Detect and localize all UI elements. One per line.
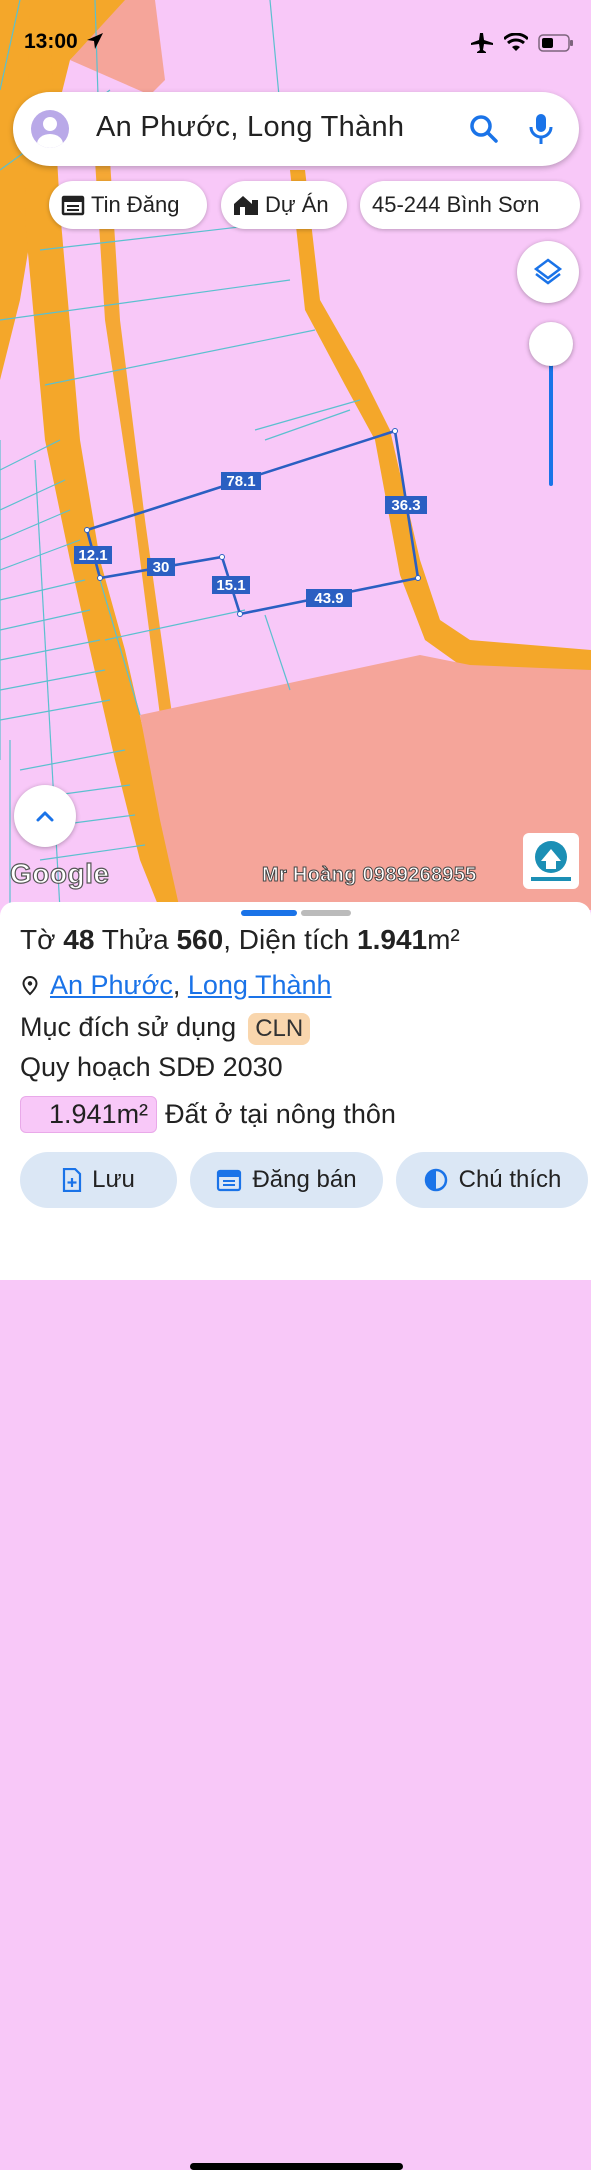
- land-use-code-badge: CLN: [248, 1013, 311, 1045]
- save-button[interactable]: Lưu: [20, 1152, 177, 1208]
- planning-area-badge: 1.941m²: [20, 1096, 158, 1133]
- wifi-icon: [504, 33, 528, 51]
- chevron-up-icon: [36, 811, 54, 822]
- measure-label: 36.3: [385, 496, 427, 514]
- parcel-title: Tờ 48 Thửa 560, Diện tích 1.941m²: [20, 924, 460, 955]
- buildings-icon: [234, 196, 258, 215]
- measure-label: 15.1: [212, 576, 250, 594]
- measure-label: 78.1: [221, 472, 261, 490]
- location-link-district[interactable]: Long Thành: [188, 970, 332, 1001]
- location-pin-icon: [22, 975, 38, 995]
- add-file-icon: [63, 1168, 82, 1192]
- svg-text:15.1: 15.1: [216, 577, 245, 594]
- company-logo: [523, 833, 579, 889]
- status-bar: 13:00: [0, 0, 591, 86]
- chip-listings[interactable]: Tin Đăng: [49, 181, 207, 229]
- measure-label: 12.1: [74, 546, 112, 564]
- land-use-purpose: Mục đích sử dụng CLN: [20, 1012, 311, 1045]
- expand-up-button[interactable]: [14, 785, 76, 847]
- svg-text:36.3: 36.3: [391, 497, 420, 514]
- svg-text:78.1: 78.1: [226, 473, 255, 490]
- location-link-commune[interactable]: An Phước: [50, 970, 173, 1001]
- calendar-icon: [217, 1169, 242, 1192]
- chip-label: 45-244 Bình Sơn: [372, 192, 540, 217]
- search-icon[interactable]: [469, 114, 499, 144]
- planning-row: 1.941m² Đất ở tại nông thôn: [20, 1096, 396, 1133]
- search-bar[interactable]: An Phước, Long Thành: [13, 92, 579, 166]
- sheet-page-indicator[interactable]: [301, 910, 351, 916]
- avatar[interactable]: [31, 110, 69, 148]
- opacity-slider-knob[interactable]: [529, 322, 573, 366]
- microphone-icon[interactable]: [528, 112, 554, 146]
- location-arrow-icon: [86, 33, 103, 49]
- chip-area-code[interactable]: 45-244 Bình Sơn: [360, 181, 580, 229]
- measure-label: 43.9: [306, 589, 352, 607]
- battery-icon: [538, 34, 573, 52]
- watermark-text: Mr Hoàng 0989268955: [262, 864, 477, 887]
- status-time: 13:00: [24, 30, 104, 54]
- google-logo: Google: [9, 857, 110, 889]
- chip-label: Dự Án: [265, 192, 329, 217]
- svg-text:12.1: 12.1: [78, 547, 107, 564]
- planning-label: Quy hoạch SDĐ 2030: [20, 1052, 283, 1082]
- calendar-icon: [61, 195, 85, 216]
- home-indicator: [190, 2163, 403, 2170]
- layers-icon: [533, 258, 563, 285]
- airplane-icon: [471, 33, 493, 53]
- parcel-info-sheet: Tờ 48 Thửa 560, Diện tích 1.941m² An Phư…: [0, 902, 591, 2170]
- contrast-icon: [424, 1168, 447, 1192]
- svg-text:30: 30: [153, 559, 170, 576]
- sheet-page-indicator[interactable]: [241, 910, 297, 916]
- svg-text:43.9: 43.9: [314, 590, 343, 607]
- parcel-location: An Phước, Long Thành: [20, 970, 332, 1001]
- planning-type: Đất ở tại nông thôn: [165, 1099, 396, 1129]
- user-icon: [37, 117, 63, 148]
- chip-projects[interactable]: Dự Án: [221, 181, 347, 229]
- measure-label: 30: [147, 558, 175, 576]
- chip-label: Tin Đăng: [91, 192, 180, 217]
- search-query[interactable]: An Phước, Long Thành: [96, 111, 404, 144]
- layers-button[interactable]: [517, 241, 579, 303]
- post-for-sale-button[interactable]: Đăng bán: [190, 1152, 383, 1208]
- opacity-slider-track[interactable]: [549, 345, 553, 486]
- legend-button[interactable]: Chú thích: [396, 1152, 588, 1208]
